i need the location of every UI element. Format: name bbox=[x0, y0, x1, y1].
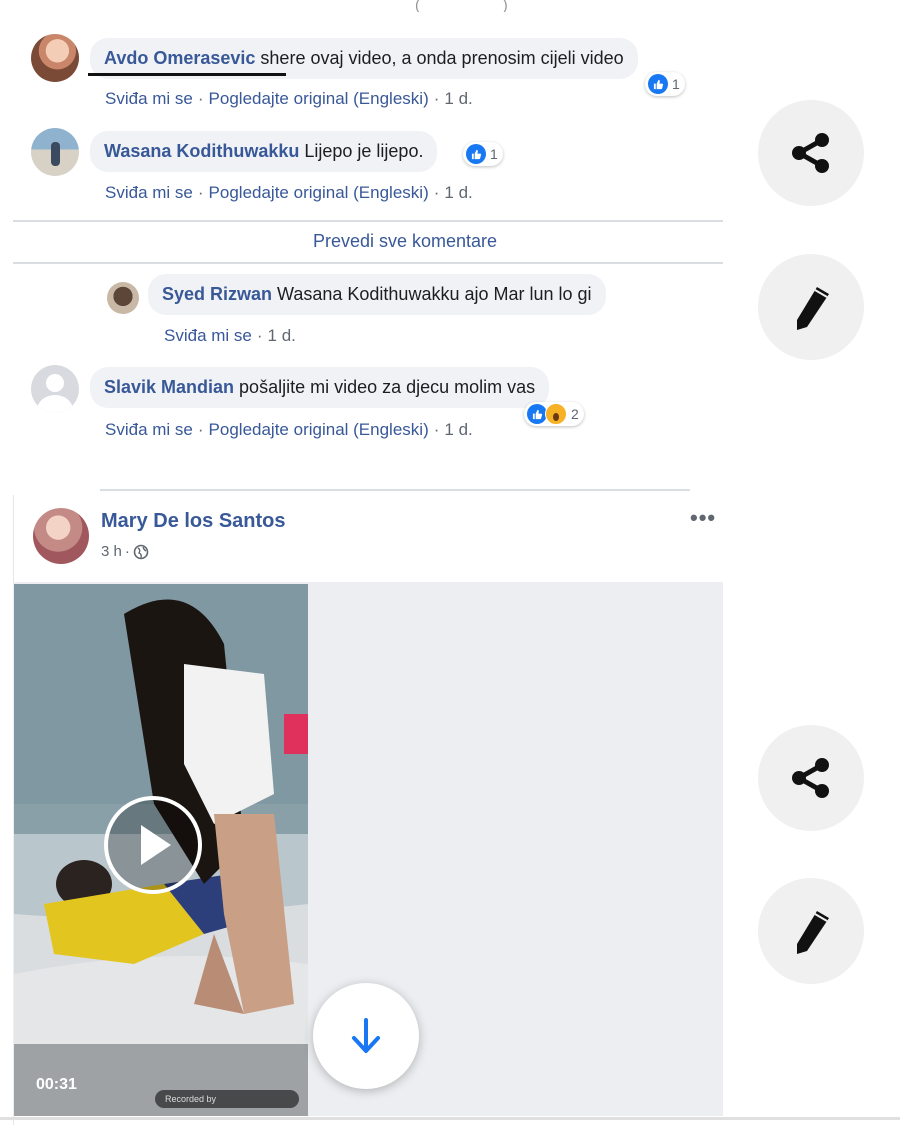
see-original-link[interactable]: Pogledajte original (Engleski) bbox=[209, 183, 429, 202]
arrow-down-icon bbox=[352, 1018, 380, 1053]
comment-time[interactable]: 1 d. bbox=[444, 420, 472, 439]
comment-actions: Sviđa mi se · 1 d. bbox=[164, 326, 296, 345]
comment-time[interactable]: 1 d. bbox=[444, 183, 472, 202]
cut-off-text: ▔▔ ▔▔▔ ▔ ▔▔ (▔▔▔▔ ▔) bbox=[270, 0, 511, 12]
like-icon bbox=[466, 144, 486, 164]
like-icon bbox=[527, 404, 547, 424]
see-original-link[interactable]: Pogledajte original (Engleski) bbox=[209, 420, 429, 439]
post-avatar[interactable] bbox=[33, 508, 89, 564]
comment-text: pošaljite mi video za djecu molim vas bbox=[239, 377, 536, 397]
like-link[interactable]: Sviđa mi se bbox=[164, 326, 252, 345]
video-duration: 00:31 bbox=[36, 1076, 77, 1093]
comment-actions: Sviđa mi se · Pogledajte original (Englesk… bbox=[105, 183, 473, 202]
pencil-icon bbox=[797, 911, 829, 954]
comment-actions: Sviđa mi se · Pogledajte original (Englesk… bbox=[105, 89, 473, 108]
scroll-down-button[interactable] bbox=[313, 983, 419, 1089]
bottom-border bbox=[0, 1117, 900, 1120]
edit-button[interactable] bbox=[758, 878, 864, 984]
edit-button[interactable] bbox=[758, 254, 864, 360]
avatar[interactable] bbox=[31, 34, 79, 82]
post-time[interactable]: 3 h bbox=[101, 543, 122, 560]
reaction-count[interactable]: 1 bbox=[645, 72, 685, 96]
avatar[interactable] bbox=[31, 128, 79, 176]
globe-icon bbox=[133, 544, 149, 559]
comment-bubble: Syed Rizwan Wasana Kodithuwakku ajo Mar l… bbox=[148, 274, 606, 315]
comment-author[interactable]: Wasana Kodithuwakku bbox=[104, 141, 299, 161]
pencil-icon bbox=[797, 287, 829, 330]
avatar[interactable] bbox=[107, 282, 139, 314]
comment-text: Lijepo je lijepo. bbox=[304, 141, 424, 161]
translate-all-link[interactable]: Prevedi sve komentare bbox=[0, 231, 810, 252]
comment-text: shere ovaj video, a onda prenosim cijeli… bbox=[260, 48, 624, 68]
divider bbox=[100, 489, 690, 491]
more-options-button[interactable]: ••• bbox=[690, 505, 716, 531]
like-link[interactable]: Sviđa mi se bbox=[105, 420, 193, 439]
comment-author[interactable]: Avdo Omerasevic bbox=[104, 48, 255, 68]
post-author[interactable]: Mary De los Santos bbox=[101, 510, 286, 533]
comment-bubble: Wasana Kodithuwakku Lijepo je lijepo. bbox=[90, 131, 438, 172]
play-button[interactable] bbox=[104, 796, 202, 894]
play-icon bbox=[141, 825, 171, 865]
like-link[interactable]: Sviđa mi se bbox=[105, 183, 193, 202]
reaction-count[interactable]: 2 bbox=[524, 402, 584, 426]
wow-icon bbox=[545, 403, 567, 425]
comment-text: Wasana Kodithuwakku ajo Mar lun lo gi bbox=[277, 284, 592, 304]
reaction-count[interactable]: 1 bbox=[463, 142, 503, 166]
share-icon bbox=[792, 758, 829, 798]
post-meta: 3 h · bbox=[101, 543, 149, 560]
comment-author[interactable]: Syed Rizwan bbox=[162, 284, 272, 304]
divider bbox=[13, 262, 723, 264]
comment-time[interactable]: 1 d. bbox=[268, 326, 296, 345]
share-button[interactable] bbox=[758, 100, 864, 206]
comment-bubble: Slavik Mandian pošaljite mi video za djec… bbox=[90, 367, 550, 408]
recorded-watermark: Recorded by bbox=[155, 1090, 299, 1108]
like-icon bbox=[648, 74, 668, 94]
comment-time[interactable]: 1 d. bbox=[444, 89, 472, 108]
comment-author[interactable]: Slavik Mandian bbox=[104, 377, 234, 397]
see-original-link[interactable]: Pogledajte original (Engleski) bbox=[209, 89, 429, 108]
share-icon bbox=[792, 133, 829, 173]
like-link[interactable]: Sviđa mi se bbox=[105, 89, 193, 108]
comment-actions: Sviđa mi se · Pogledajte original (Englesk… bbox=[105, 420, 473, 439]
divider bbox=[13, 220, 723, 222]
avatar[interactable] bbox=[31, 365, 79, 413]
underline-annotation bbox=[88, 73, 286, 76]
share-button[interactable] bbox=[758, 725, 864, 831]
